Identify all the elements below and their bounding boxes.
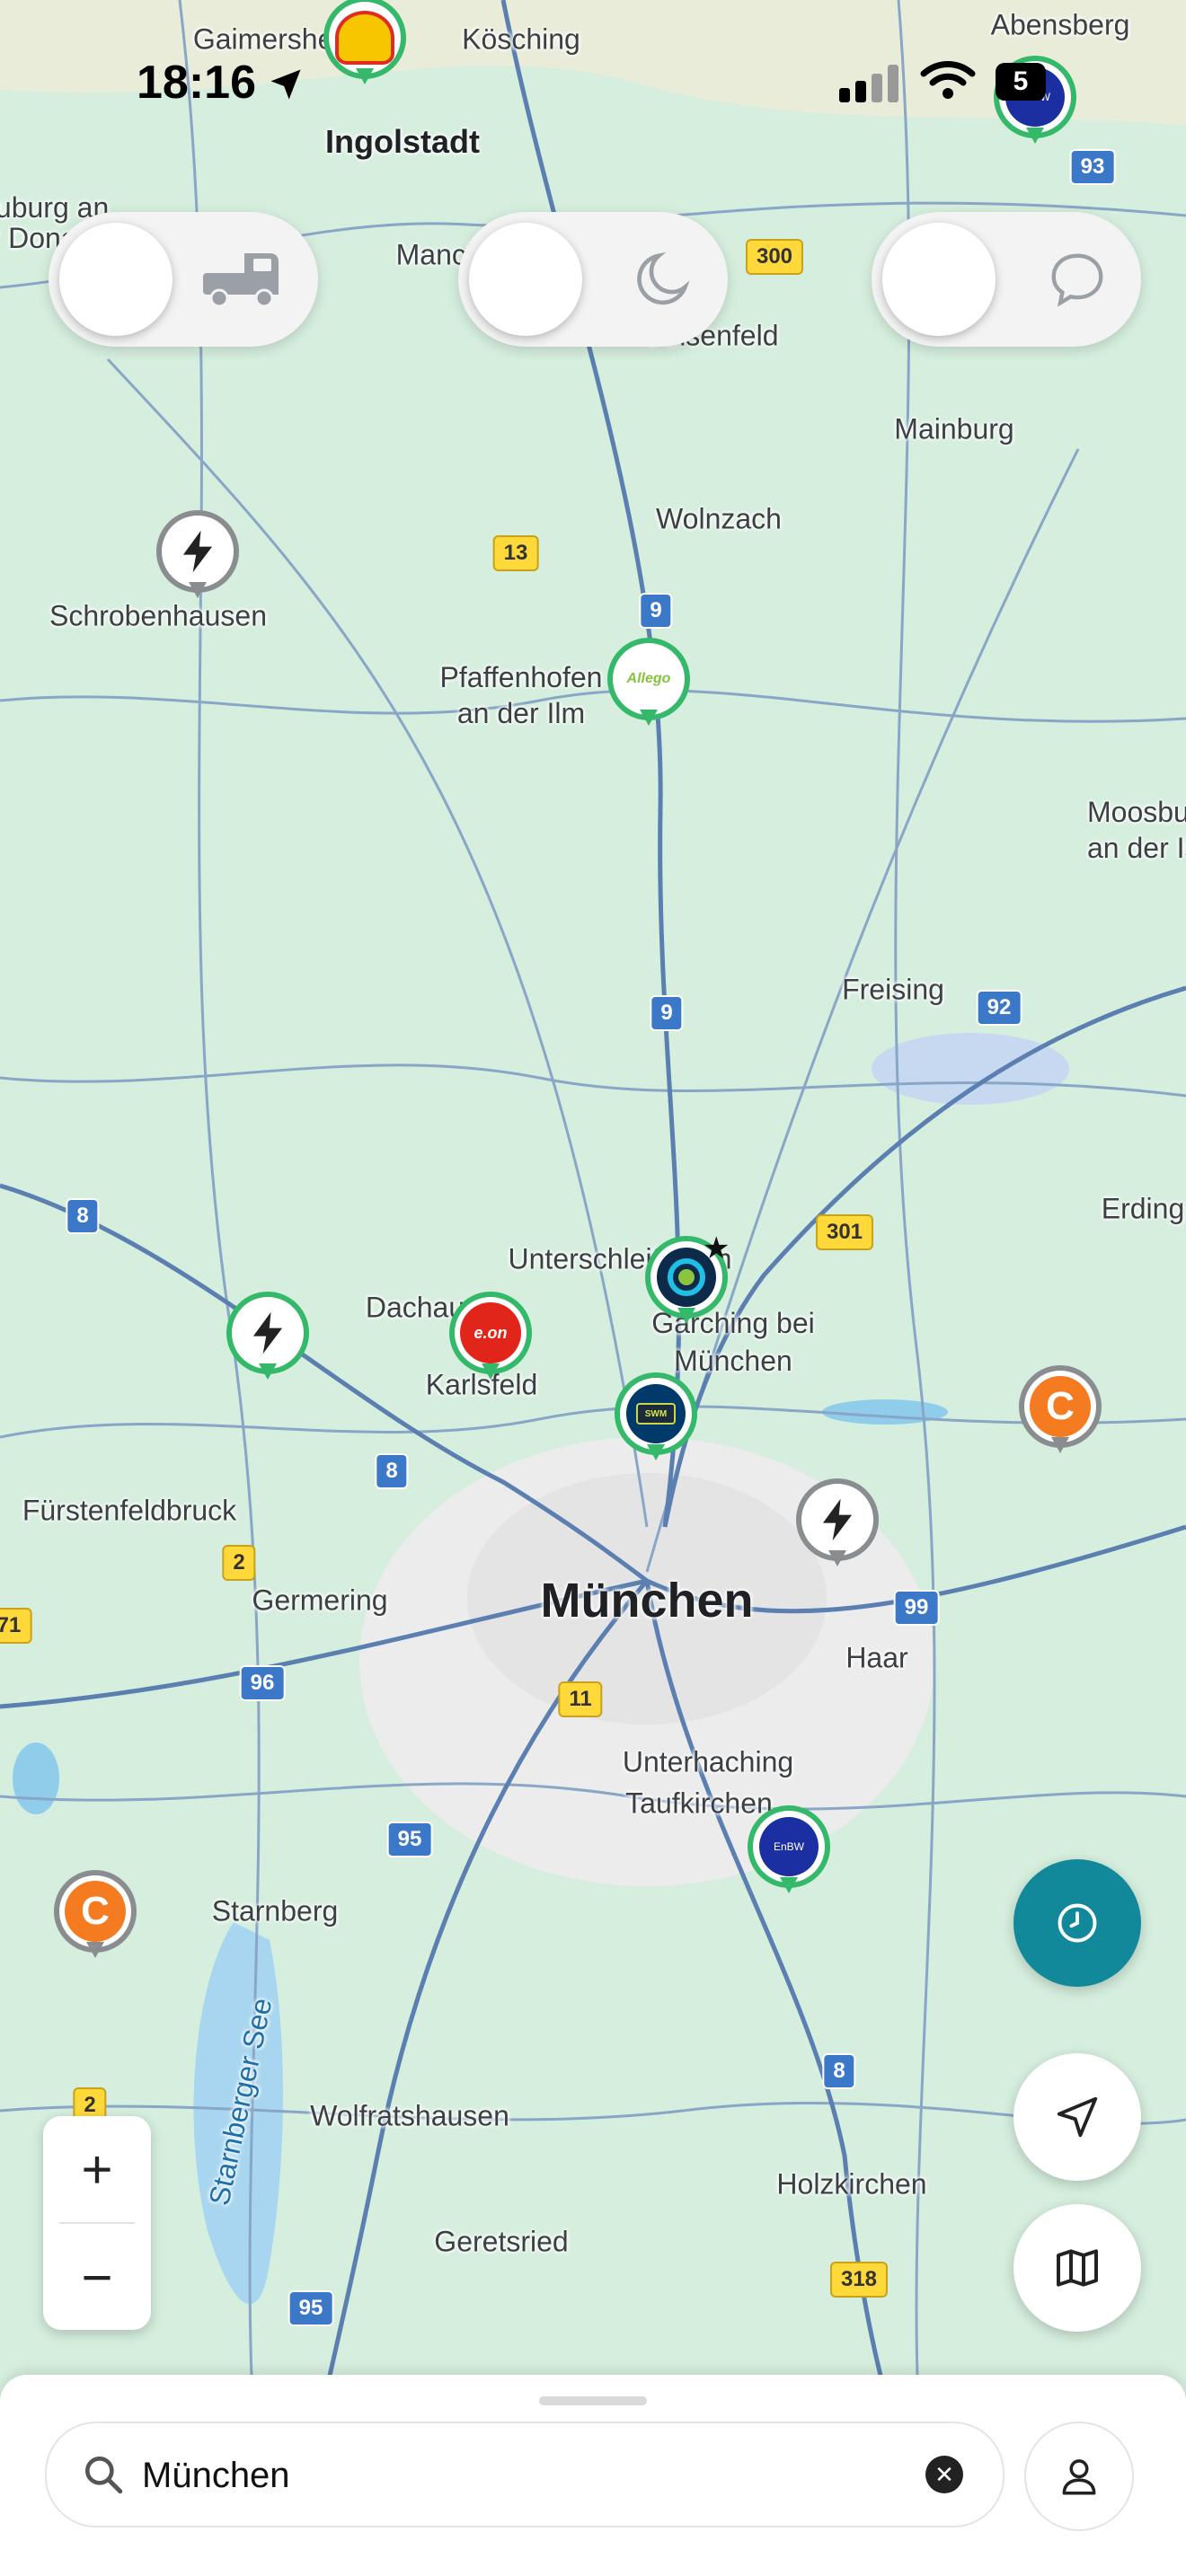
place-label: Pfaffenhofen an der Ilm — [439, 661, 603, 729]
speech-bubble-icon — [1051, 253, 1103, 307]
truck-icon — [203, 253, 279, 308]
toggle-knob — [59, 223, 173, 336]
road-shield: 99 — [893, 1590, 940, 1626]
zoom-control: + − — [43, 2116, 151, 2330]
charger-pin-c[interactable]: C — [1019, 1365, 1102, 1462]
place-label: Germering — [252, 1584, 388, 1617]
map[interactable]: Gaimersheim Kösching Abensberg Ingolstad… — [0, 0, 1186, 2576]
sheet-drag-handle[interactable] — [539, 2396, 647, 2405]
road-shield: 92 — [976, 990, 1022, 1026]
map-icon — [1057, 2249, 1098, 2287]
battery-level: 5 — [1013, 66, 1029, 96]
road-shield: 13 — [492, 535, 539, 571]
road-shield: 95 — [288, 2290, 334, 2326]
road-shield: 9 — [639, 593, 673, 629]
swm-logo-icon: SWM — [626, 1384, 686, 1443]
place-label: Geretsried — [434, 2225, 569, 2258]
road-shield: 300 — [745, 239, 804, 275]
clock-icon — [1058, 1903, 1097, 1943]
place-label: München — [540, 1574, 754, 1628]
history-button[interactable] — [1013, 1859, 1141, 1987]
road-shield: 318 — [829, 2262, 889, 2298]
close-icon: ✕ — [934, 2460, 954, 2488]
status-time: 18:16 — [137, 57, 256, 109]
road-shield: 96 — [239, 1665, 286, 1701]
road-shield: 8 — [375, 1453, 409, 1489]
charger-pin-allego[interactable]: Allego — [607, 638, 690, 735]
bottom-sheet: ✕ — [0, 2375, 1186, 2576]
wifi-icon — [920, 61, 976, 99]
user-icon — [1062, 2459, 1096, 2495]
place-label: Haar — [845, 1641, 908, 1674]
search-bar[interactable]: ✕ — [45, 2422, 1005, 2527]
road-shield: 8 — [66, 1198, 100, 1234]
place-label: Unterhaching — [622, 1745, 794, 1778]
eon-logo-icon: e.on — [460, 1302, 521, 1363]
charger-pin-enbw[interactable]: EnBW — [748, 1805, 830, 1902]
place-label: Fürstenfeldbruck — [22, 1494, 237, 1527]
profile-button[interactable] — [1024, 2422, 1134, 2531]
lightning-icon — [252, 1311, 283, 1354]
road-shield: 2 — [222, 1545, 256, 1581]
battery-icon: 5 — [996, 63, 1046, 101]
moon-icon — [637, 251, 690, 305]
place-label: Mainburg — [894, 412, 1014, 446]
road-shield: 301 — [815, 1214, 874, 1250]
road-shield: 8 — [822, 2053, 856, 2089]
road-shield: 93 — [1069, 149, 1116, 185]
clear-search-button[interactable]: ✕ — [925, 2456, 963, 2493]
charger-pin-eon[interactable]: e.on — [449, 1292, 532, 1389]
night-mode-toggle[interactable] — [458, 212, 728, 347]
location-arrow-icon — [270, 69, 301, 100]
signal-icon — [839, 65, 898, 102]
charger-pin-generic[interactable] — [226, 1292, 309, 1389]
map-base — [0, 0, 1186, 2576]
zoom-in-button[interactable]: + — [43, 2116, 151, 2222]
map-layers-button[interactable] — [1013, 2204, 1141, 2332]
chat-toggle[interactable] — [872, 212, 1141, 347]
place-label: Ingolstadt — [325, 123, 480, 160]
enbw-logo-icon: EnBW — [759, 1817, 819, 1876]
place-label: Holzkirchen — [776, 2167, 927, 2201]
charger-pin-generic[interactable] — [156, 510, 239, 607]
place-label: Starnberg — [211, 1894, 339, 1928]
navigation-arrow-icon — [1057, 2096, 1098, 2138]
place-label: Wolnzach — [656, 502, 782, 535]
toggle-knob — [882, 223, 996, 336]
truck-toggle[interactable] — [49, 212, 318, 347]
road-shield: 95 — [386, 1822, 433, 1857]
status-bar: 18:16 5 — [0, 0, 1186, 109]
charger-pin-generic[interactable] — [796, 1478, 879, 1575]
road-shield: 71 — [0, 1608, 32, 1644]
charger-pin-c[interactable]: C — [54, 1870, 137, 1967]
charger-pin-swm[interactable]: SWM — [615, 1372, 697, 1469]
road-shield: 11 — [558, 1681, 603, 1717]
c-logo-icon: C — [1030, 1376, 1091, 1437]
allego-logo-icon: Allego — [626, 671, 671, 686]
place-label: Freising — [842, 973, 944, 1006]
favorite-star-icon: ★ — [703, 1231, 730, 1266]
search-icon — [85, 2457, 123, 2494]
road-shield: 9 — [650, 995, 684, 1031]
search-input[interactable] — [140, 2443, 916, 2508]
place-label: Moosburg an der Isar — [1087, 796, 1186, 864]
navigate-button[interactable] — [1013, 2053, 1141, 2181]
lightning-icon — [182, 530, 213, 573]
place-label: Erding — [1101, 1192, 1185, 1225]
c-logo-icon: C — [65, 1881, 126, 1942]
place-label: Wolfratshausen — [310, 2099, 509, 2132]
lightning-icon — [822, 1498, 853, 1541]
toggle-knob — [469, 223, 582, 336]
zoom-out-button[interactable]: − — [43, 2224, 151, 2330]
